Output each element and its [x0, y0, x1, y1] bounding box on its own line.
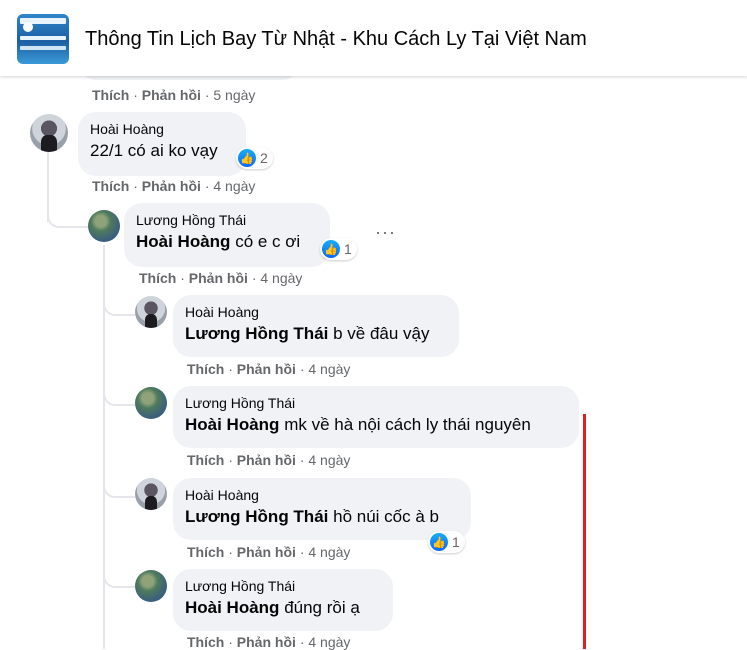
group-logo[interactable] [17, 14, 69, 64]
comment-text: 22/1 có ai ko vạy [90, 141, 218, 160]
comment-author[interactable]: Lương Hồng Thái [185, 394, 567, 412]
comment-text: Lương Hồng Thái hồ núi cốc à b [185, 507, 439, 526]
like-link[interactable]: Thích [92, 87, 129, 103]
comment-time[interactable]: 4 ngày [308, 634, 350, 650]
comment-author[interactable]: Hoài Hoàng [185, 303, 447, 321]
comment-author[interactable]: Hoài Hoàng [90, 120, 234, 138]
like-link[interactable]: Thích [139, 270, 176, 286]
comment-text: Hoài Hoàng đúng rồi ạ [185, 598, 360, 617]
reply-link[interactable]: Phản hồi [237, 452, 296, 468]
thumbs-up-icon: 👍 [322, 240, 340, 258]
comment-actions: Thích · Phản hồi · 4 ngày [187, 544, 351, 560]
comment-actions: Thích · Phản hồi · 4 ngày [187, 452, 351, 468]
comment-time[interactable]: 4 ngày [213, 178, 255, 194]
like-link[interactable]: Thích [187, 452, 224, 468]
comment-bubble: Hoài Hoàng Lương Hồng Thái b về đâu vậy [173, 295, 459, 357]
like-link[interactable]: Thích [187, 361, 224, 377]
avatar[interactable] [88, 210, 120, 242]
thread-connector [103, 380, 135, 406]
reply-link[interactable]: Phản hồi [189, 270, 248, 286]
reaction-badge[interactable]: 👍 1 [320, 238, 357, 260]
reaction-count: 1 [452, 534, 460, 550]
thumbs-up-icon: 👍 [430, 533, 448, 551]
comment-time[interactable]: 4 ngày [308, 361, 350, 377]
thread-connector [47, 200, 89, 228]
avatar[interactable] [135, 478, 167, 510]
reaction-count: 1 [344, 241, 352, 257]
like-link[interactable]: Thích [187, 544, 224, 560]
reaction-count: 2 [260, 150, 268, 166]
comment-author[interactable]: Lương Hồng Thái [185, 577, 381, 595]
mention-link[interactable]: Hoài Hoàng [185, 598, 279, 617]
highlight-bar [583, 414, 586, 649]
comment-actions: Thích · Phản hồi · 4 ngày [187, 634, 351, 650]
mention-link[interactable]: Hoài Hoàng [185, 415, 279, 434]
comment-time[interactable]: 4 ngày [260, 270, 302, 286]
comment-text: Hoài Hoàng mk về hà nội cách ly thái ngu… [185, 415, 531, 434]
thread-connector [103, 562, 135, 588]
avatar[interactable] [135, 296, 167, 328]
like-link[interactable]: Thích [187, 634, 224, 650]
reply-link[interactable]: Phản hồi [237, 634, 296, 650]
comment-text: Hoài Hoàng có e c ơi [136, 232, 301, 251]
comment-time[interactable]: 4 ngày [308, 452, 350, 468]
comment-author[interactable]: Lương Hồng Thái [136, 211, 318, 229]
comment-bubble: Lương Hồng Thái Hoài Hoàng mk về hà nội … [173, 386, 579, 448]
reply-link[interactable]: Phản hồi [237, 544, 296, 560]
comment-text: Lương Hồng Thái b về đâu vậy [185, 324, 430, 343]
comment-bubble: Hoài Hoàng Lương Hồng Thái hồ núi cốc à … [173, 478, 471, 540]
mention-link[interactable]: Lương Hồng Thái [185, 324, 328, 343]
comment-actions: Thích · Phản hồi · 4 ngày [92, 178, 256, 194]
avatar[interactable] [135, 387, 167, 419]
reaction-badge[interactable]: 👍 1 [428, 531, 465, 553]
comment-bubble: Lương Hồng Thái Hoài Hoàng có e c ơi [124, 203, 330, 267]
like-link[interactable]: Thích [92, 178, 129, 194]
comment-bubble: Lương Hồng Thái Hoài Hoàng đúng rồi ạ [173, 569, 393, 631]
reaction-badge[interactable]: 👍 2 [236, 147, 273, 169]
avatar[interactable] [135, 570, 167, 602]
reply-link[interactable]: Phản hồi [142, 178, 201, 194]
mention-link[interactable]: Hoài Hoàng [136, 232, 230, 251]
comment-actions: Thích · Phản hồi · 4 ngày [139, 270, 303, 286]
avatar[interactable] [30, 114, 68, 152]
thread-connector [103, 472, 135, 498]
reply-link[interactable]: Phản hồi [142, 87, 201, 103]
thread-connector [103, 290, 135, 316]
comment-time[interactable]: 5 ngày [213, 87, 255, 103]
group-header: Thông Tin Lịch Bay Từ Nhật - Khu Cách Ly… [0, 0, 747, 76]
group-title[interactable]: Thông Tin Lịch Bay Từ Nhật - Khu Cách Ly… [85, 28, 587, 51]
more-options-icon[interactable]: ··· [375, 222, 396, 243]
comment-actions: Thích · Phản hồi · 4 ngày [187, 361, 351, 377]
reply-link[interactable]: Phản hồi [237, 361, 296, 377]
comment-actions: Thích · Phản hồi · 5 ngày [92, 87, 256, 103]
comment-time[interactable]: 4 ngày [308, 544, 350, 560]
mention-link[interactable]: Lương Hồng Thái [185, 507, 328, 526]
comment-bubble: Hoài Hoàng 22/1 có ai ko vạy [78, 112, 246, 176]
thumbs-up-icon: 👍 [238, 149, 256, 167]
comment-author[interactable]: Hoài Hoàng [185, 486, 459, 504]
